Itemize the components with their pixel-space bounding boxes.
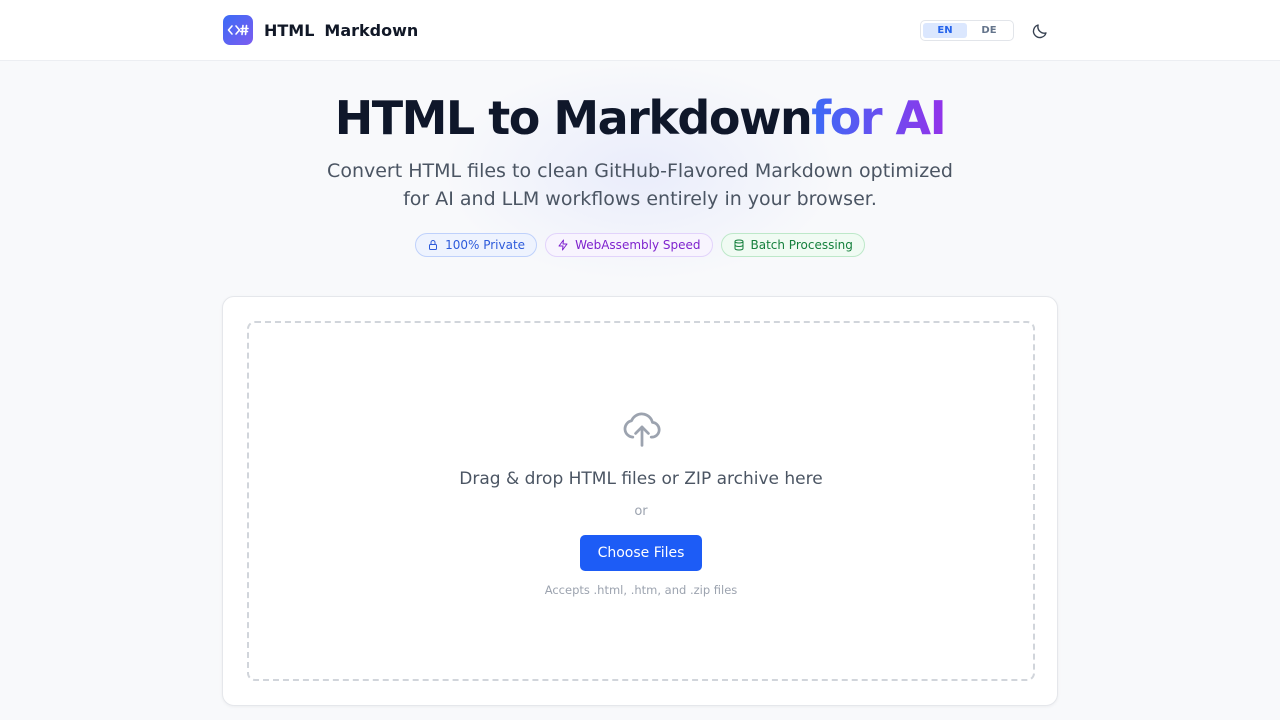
feature-badges: 100% Private WebAssembly Speed Batch Pro… xyxy=(0,233,1280,257)
badge-private-label: 100% Private xyxy=(445,238,526,252)
accepted-formats: Accepts .html, .htm, and .zip files xyxy=(544,583,738,597)
choose-files-button[interactable]: Choose Files xyxy=(580,535,702,571)
badge-private: 100% Private xyxy=(415,233,538,257)
page-subtitle: Convert HTML files to clean GitHub-Flavo… xyxy=(327,160,953,210)
page-title: HTML to Markdownfor AI xyxy=(0,88,1280,148)
moon-icon[interactable] xyxy=(1028,19,1052,43)
badge-wasm-label: WebAssembly Speed xyxy=(575,238,701,252)
badge-wasm: WebAssembly Speed xyxy=(545,233,713,257)
language-en-button[interactable]: EN xyxy=(923,23,967,38)
title-main: HTML to Markdown xyxy=(334,91,813,145)
badge-batch-label: Batch Processing xyxy=(750,238,853,252)
database-icon xyxy=(734,239,743,251)
lightning-icon xyxy=(558,239,568,251)
lock-icon xyxy=(429,240,438,250)
brand-part-1: HTML xyxy=(264,20,315,40)
language-toggle: EN DE xyxy=(920,20,1014,41)
brand-part-2: Markdown xyxy=(324,20,419,40)
code-hash-icon[interactable] xyxy=(223,15,253,45)
dropzone-prompt: Drag & drop HTML files or ZIP archive he… xyxy=(459,469,823,489)
brand-name[interactable]: HTML Markdown xyxy=(264,19,418,41)
file-dropzone[interactable]: Drag & drop HTML files or ZIP archive he… xyxy=(247,321,1035,681)
upload-card: Drag & drop HTML files or ZIP archive he… xyxy=(222,296,1058,706)
language-de-button[interactable]: DE xyxy=(967,23,1011,38)
app-header: HTML Markdown EN DE xyxy=(0,0,1280,61)
title-accent: for AI xyxy=(811,91,947,145)
dropzone-or: or xyxy=(634,504,648,519)
cloud-upload-icon xyxy=(623,412,661,447)
badge-batch: Batch Processing xyxy=(720,233,865,257)
